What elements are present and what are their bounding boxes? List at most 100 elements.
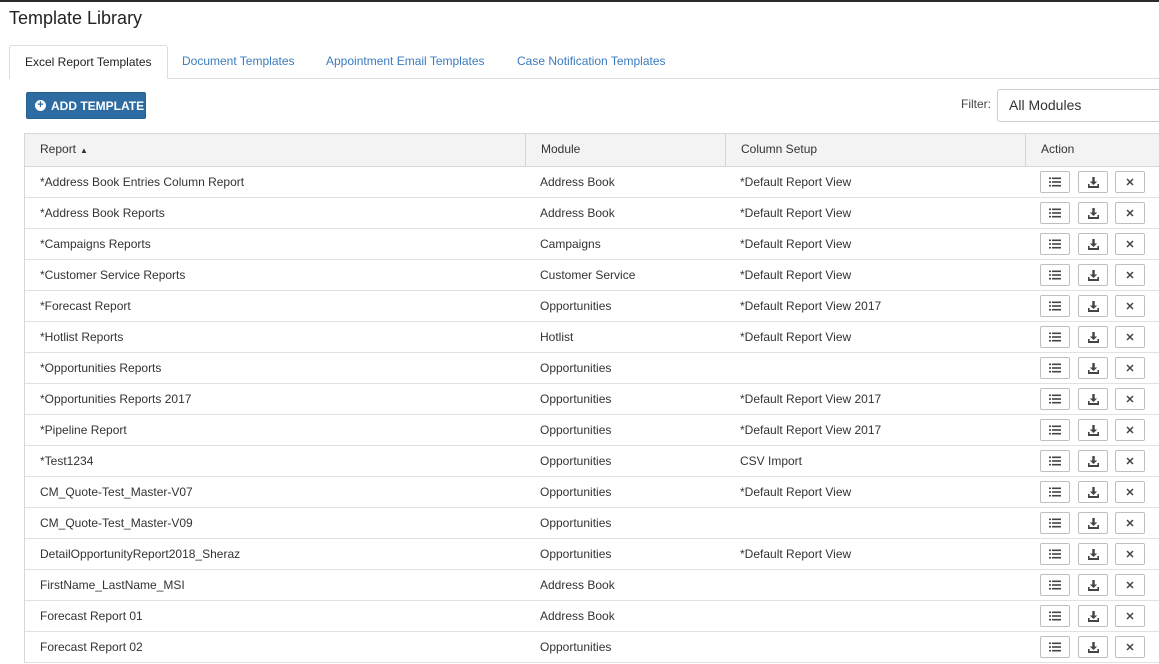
- delete-button[interactable]: [1115, 574, 1145, 596]
- delete-button[interactable]: [1115, 171, 1145, 193]
- download-icon: [1087, 238, 1099, 250]
- close-icon: [1126, 395, 1134, 403]
- module-cell: Address Book: [540, 609, 615, 623]
- column-setup-cell: *Default Report View: [740, 485, 852, 499]
- view-columns-button[interactable]: [1040, 388, 1070, 410]
- module-filter-select[interactable]: All Modules: [997, 89, 1159, 122]
- tab-document-templates[interactable]: Document Templates: [167, 45, 310, 77]
- tab-excel-report-templates[interactable]: Excel Report Templates: [9, 45, 168, 79]
- table-row: FirstName_LastName_MSI Address Book: [25, 570, 1159, 601]
- view-columns-button[interactable]: [1040, 295, 1070, 317]
- download-icon: [1087, 486, 1099, 498]
- table-row: *Opportunities Reports 2017 Opportunities…: [25, 384, 1159, 415]
- list-icon: [1049, 611, 1061, 621]
- download-icon: [1087, 610, 1099, 622]
- download-button[interactable]: [1078, 419, 1108, 441]
- column-setup-cell: *Default Report View: [740, 547, 852, 561]
- download-button[interactable]: [1078, 481, 1108, 503]
- delete-button[interactable]: [1115, 419, 1145, 441]
- close-icon: [1126, 426, 1134, 434]
- download-button[interactable]: [1078, 233, 1108, 255]
- view-columns-button[interactable]: [1040, 450, 1070, 472]
- list-icon: [1049, 332, 1061, 342]
- download-icon: [1087, 548, 1099, 560]
- view-columns-button[interactable]: [1040, 419, 1070, 441]
- module-cell: Address Book: [540, 206, 615, 220]
- close-icon: [1126, 457, 1134, 465]
- delete-button[interactable]: [1115, 512, 1145, 534]
- download-button[interactable]: [1078, 388, 1108, 410]
- download-icon: [1087, 176, 1099, 188]
- tab-appointment-email-templates[interactable]: Appointment Email Templates: [311, 45, 500, 77]
- download-button[interactable]: [1078, 574, 1108, 596]
- view-columns-button[interactable]: [1040, 171, 1070, 193]
- download-button[interactable]: [1078, 636, 1108, 658]
- filter-label: Filter:: [961, 97, 991, 111]
- download-button[interactable]: [1078, 326, 1108, 348]
- list-icon: [1049, 301, 1061, 311]
- report-name-cell: *Opportunities Reports: [40, 361, 162, 375]
- download-button[interactable]: [1078, 450, 1108, 472]
- report-name-cell: *Address Book Reports: [40, 206, 165, 220]
- table-row: Forecast Report 02 Opportunities: [25, 632, 1159, 663]
- add-template-button[interactable]: + ADD TEMPLATE: [26, 92, 146, 119]
- view-columns-button[interactable]: [1040, 202, 1070, 224]
- close-icon: [1126, 643, 1134, 651]
- view-columns-button[interactable]: [1040, 326, 1070, 348]
- close-icon: [1126, 240, 1134, 248]
- delete-button[interactable]: [1115, 295, 1145, 317]
- tab-case-notification-templates[interactable]: Case Notification Templates: [502, 45, 681, 77]
- view-columns-button[interactable]: [1040, 264, 1070, 286]
- column-header-report[interactable]: Report ▲: [25, 134, 526, 167]
- module-cell: Opportunities: [540, 516, 612, 530]
- report-name-cell: DetailOpportunityReport2018_Sheraz: [40, 547, 241, 561]
- module-cell: Opportunities: [540, 640, 612, 654]
- delete-button[interactable]: [1115, 326, 1145, 348]
- delete-button[interactable]: [1115, 450, 1145, 472]
- view-columns-button[interactable]: [1040, 636, 1070, 658]
- table-row: DetailOpportunityReport2018_Sheraz Opport…: [25, 539, 1159, 570]
- download-icon: [1087, 207, 1099, 219]
- download-icon: [1087, 362, 1099, 374]
- close-icon: [1126, 178, 1134, 186]
- add-template-label: ADD TEMPLATE: [51, 98, 145, 113]
- close-icon: [1126, 271, 1134, 279]
- view-columns-button[interactable]: [1040, 512, 1070, 534]
- close-icon: [1126, 612, 1134, 620]
- download-button[interactable]: [1078, 512, 1108, 534]
- view-columns-button[interactable]: [1040, 233, 1070, 255]
- download-button[interactable]: [1078, 605, 1108, 627]
- download-button[interactable]: [1078, 357, 1108, 379]
- view-columns-button[interactable]: [1040, 543, 1070, 565]
- delete-button[interactable]: [1115, 481, 1145, 503]
- table-row: *Address Book Entries Column Report Addre…: [25, 167, 1159, 198]
- view-columns-button[interactable]: [1040, 605, 1070, 627]
- download-icon: [1087, 393, 1099, 405]
- download-button[interactable]: [1078, 543, 1108, 565]
- view-columns-button[interactable]: [1040, 574, 1070, 596]
- report-name-cell: *Opportunities Reports 2017: [40, 392, 192, 406]
- delete-button[interactable]: [1115, 388, 1145, 410]
- download-button[interactable]: [1078, 202, 1108, 224]
- delete-button[interactable]: [1115, 543, 1145, 565]
- report-name-cell: *Hotlist Reports: [40, 330, 124, 344]
- delete-button[interactable]: [1115, 264, 1145, 286]
- download-button[interactable]: [1078, 295, 1108, 317]
- view-columns-button[interactable]: [1040, 481, 1070, 503]
- download-button[interactable]: [1078, 264, 1108, 286]
- list-icon: [1049, 549, 1061, 559]
- close-icon: [1126, 333, 1134, 341]
- list-icon: [1049, 208, 1061, 218]
- delete-button[interactable]: [1115, 233, 1145, 255]
- view-columns-button[interactable]: [1040, 357, 1070, 379]
- delete-button[interactable]: [1115, 636, 1145, 658]
- download-icon: [1087, 331, 1099, 343]
- list-icon: [1049, 177, 1061, 187]
- module-cell: Customer Service: [540, 268, 636, 282]
- delete-button[interactable]: [1115, 605, 1145, 627]
- delete-button[interactable]: [1115, 202, 1145, 224]
- delete-button[interactable]: [1115, 357, 1145, 379]
- close-icon: [1126, 488, 1134, 496]
- download-button[interactable]: [1078, 171, 1108, 193]
- list-icon: [1049, 487, 1061, 497]
